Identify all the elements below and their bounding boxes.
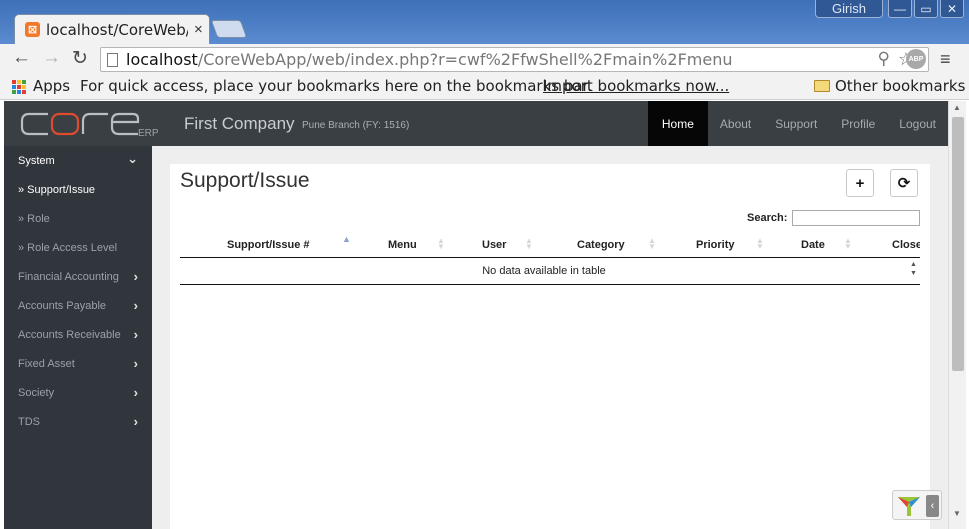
sort-asc-icon[interactable]: ▲	[342, 235, 351, 244]
maximize-button[interactable]: ▭	[914, 0, 938, 18]
table-scrollbar[interactable]: ▲ ▼	[910, 260, 920, 282]
sidebar-item-role-access-level[interactable]: » Role Access Level	[4, 233, 152, 262]
sidebar-item-label: » Role Access Level	[18, 241, 118, 254]
sidebar-item-label: » Support/Issue	[18, 183, 96, 196]
apps-grid-icon[interactable]	[12, 80, 26, 94]
url-path: /CoreWebApp/web/index.php?r=cwf%2FfwShel…	[197, 50, 733, 69]
column-header-date[interactable]: Date	[801, 239, 825, 251]
column-header-close[interactable]: Close	[892, 239, 920, 251]
other-bookmarks-link[interactable]: Other bookmarks	[835, 77, 965, 95]
add-button[interactable]: +	[846, 169, 874, 197]
nav-logout[interactable]: Logout	[887, 101, 948, 146]
scrollbar-thumb[interactable]	[952, 117, 964, 371]
sort-icon[interactable]: ▲ ▼	[844, 237, 852, 251]
sidebar-item-label: TDS	[18, 415, 40, 428]
column-header-user[interactable]: User	[482, 239, 506, 251]
app-header: ERP First Company Pune Branch (FY: 1516)…	[4, 101, 948, 146]
top-navigation: Home About Support Profile Logout	[647, 101, 948, 146]
sidebar-item-tds[interactable]: TDS ›	[4, 407, 152, 436]
bookmarks-bar: Apps For quick access, place your bookma…	[0, 74, 969, 100]
browser-toolbar: ← → ↻ localhost/CoreWebApp/web/index.php…	[0, 44, 969, 74]
window-close-button[interactable]: ✕	[940, 0, 964, 18]
refresh-button[interactable]: ⟳	[890, 169, 918, 197]
tab-close-icon[interactable]: ×	[194, 21, 203, 38]
sidebar-item-support-issue[interactable]: » Support/Issue	[4, 175, 152, 204]
sidebar: System ⌄ » Support/Issue » Role » Role A…	[4, 146, 152, 529]
yii-debug-widget[interactable]: ‹	[892, 490, 942, 520]
main-content: Support/Issue + ⟳ Search: Support/Issue …	[152, 146, 948, 529]
browser-menu-icon[interactable]: ≡	[940, 49, 951, 70]
column-header-priority[interactable]: Priority	[696, 239, 735, 251]
column-header-category[interactable]: Category	[577, 239, 625, 251]
sidebar-item-label: System	[18, 154, 55, 167]
sidebar-item-label: Accounts Payable	[18, 299, 107, 312]
url-host: localhost	[126, 50, 198, 69]
chevron-down-icon: ⌄	[127, 151, 138, 166]
chevron-right-icon: ›	[133, 385, 138, 400]
page-icon	[107, 52, 118, 67]
scroll-down-icon[interactable]: ▼	[953, 509, 961, 518]
page-title: Support/Issue	[180, 169, 310, 192]
sort-icon[interactable]: ▲ ▼	[756, 237, 764, 251]
forward-arrow-icon[interactable]: →	[42, 47, 61, 69]
sidebar-item-role[interactable]: » Role	[4, 204, 152, 233]
search-icon[interactable]: ⚲	[878, 49, 890, 69]
tab-title: localhost/CoreWeb/	[46, 20, 188, 39]
sidebar-item-financial-accounting[interactable]: Financial Accounting ›	[4, 262, 152, 291]
support-issue-panel: Support/Issue + ⟳ Search: Support/Issue …	[170, 164, 930, 529]
sidebar-item-society[interactable]: Society ›	[4, 378, 152, 407]
branch-info: Pune Branch (FY: 1516)	[302, 120, 410, 131]
table-body: No data available in table ▲ ▼	[180, 258, 920, 285]
sort-icon[interactable]: ▲ ▼	[525, 237, 533, 251]
bookmarks-hint: For quick access, place your bookmarks h…	[80, 77, 593, 95]
back-arrow-icon[interactable]: ←	[12, 47, 31, 69]
minimize-button[interactable]: —	[888, 0, 912, 18]
address-bar[interactable]: localhost/CoreWebApp/web/index.php?r=cwf…	[100, 47, 929, 72]
window-user-badge[interactable]: Girish	[815, 0, 883, 18]
chevron-right-icon: ›	[133, 269, 138, 284]
adblock-icon[interactable]: ABP	[906, 49, 926, 69]
nav-home[interactable]: Home	[647, 101, 708, 146]
chevron-right-icon: ›	[133, 327, 138, 342]
yii-logo-icon	[898, 497, 920, 516]
folder-icon	[814, 80, 830, 92]
scroll-up-icon[interactable]: ▲	[953, 103, 961, 112]
sidebar-item-label: Financial Accounting	[18, 270, 119, 283]
sort-icon[interactable]: ▲ ▼	[437, 237, 445, 251]
sidebar-item-label: Society	[18, 386, 55, 399]
nav-about[interactable]: About	[708, 101, 763, 146]
company-name: First Company	[184, 114, 295, 133]
search-label: Search:	[747, 212, 788, 224]
new-tab-button[interactable]	[210, 20, 248, 38]
browser-tab[interactable]: ⊠ localhost/CoreWeb/ ×	[14, 14, 210, 44]
sidebar-item-label: Accounts Receivable	[18, 328, 121, 341]
table-header: Support/Issue # ▲ Menu ▲ ▼ User ▲ ▼ Catego…	[180, 230, 920, 258]
chevron-right-icon: ›	[133, 356, 138, 371]
column-header-support-issue[interactable]: Support/Issue #	[227, 239, 310, 251]
apps-link[interactable]: Apps	[33, 77, 70, 95]
column-header-menu[interactable]: Menu	[388, 239, 417, 251]
xampp-favicon-icon: ⊠	[25, 22, 40, 37]
browser-title-bar: ⊠ localhost/CoreWeb/ × Girish — ▭ ✕	[0, 0, 969, 44]
sidebar-item-accounts-payable[interactable]: Accounts Payable ›	[4, 291, 152, 320]
nav-profile[interactable]: Profile	[829, 101, 887, 146]
chevron-right-icon: ›	[133, 298, 138, 313]
page-scrollbar[interactable]: ▲ ▼	[948, 101, 966, 529]
nav-support[interactable]: Support	[763, 101, 829, 146]
sidebar-item-system[interactable]: System ⌄	[4, 146, 152, 175]
chevron-right-icon: ›	[133, 414, 138, 429]
reload-icon[interactable]: ↻	[72, 47, 88, 70]
empty-table-message: No data available in table	[482, 265, 606, 277]
logo-sub: ERP	[138, 128, 159, 139]
core-erp-logo[interactable]: ERP	[20, 109, 160, 139]
search-input[interactable]	[792, 210, 920, 226]
import-bookmarks-link[interactable]: Import bookmarks now...	[543, 77, 729, 95]
sidebar-item-accounts-receivable[interactable]: Accounts Receivable ›	[4, 320, 152, 349]
sort-icon[interactable]: ▲ ▼	[648, 237, 656, 251]
sidebar-item-label: » Role	[18, 212, 50, 225]
sidebar-item-fixed-asset[interactable]: Fixed Asset ›	[4, 349, 152, 378]
sidebar-item-label: Fixed Asset	[18, 357, 75, 370]
debug-toggle-icon[interactable]: ‹	[926, 495, 939, 517]
